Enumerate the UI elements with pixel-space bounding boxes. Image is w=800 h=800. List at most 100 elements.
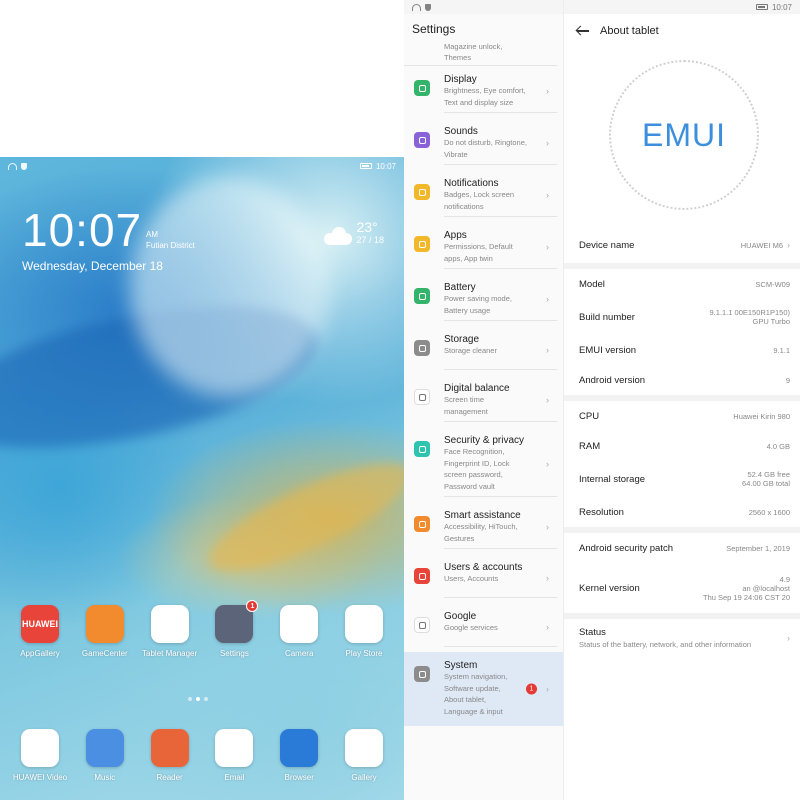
battery-icon — [755, 4, 768, 10]
info-value: 52.4 GB free — [747, 470, 790, 479]
chevron-right-icon: › — [787, 633, 790, 643]
info-row-model[interactable]: Model SCM-W09 — [564, 269, 800, 299]
app-label: Browser — [284, 773, 314, 782]
status-row[interactable]: Status Status of the battery, network, an… — [564, 619, 800, 657]
settings-item-sounds[interactable]: Sounds Do not disturb, Ringtone, Vibrate › — [404, 118, 563, 170]
weather-range: 27 / 18 — [356, 235, 384, 245]
settings-icon: 1 — [215, 600, 259, 643]
chevron-right-icon: › — [546, 458, 549, 469]
app-play-store[interactable]: Play Store — [332, 605, 396, 658]
settings-item-subtitle: About tablet, — [444, 695, 487, 704]
app-tablet-manager[interactable]: Tablet Manager — [138, 605, 202, 658]
settings-item-subtitle: Battery usage — [444, 305, 491, 315]
app-reader[interactable]: Reader — [138, 729, 202, 782]
app-video[interactable]: HUAWEI Video — [8, 729, 72, 782]
info-row-build-number[interactable]: Build number 9.1.1.1 00E150R1P150) GPU Tur… — [564, 299, 800, 335]
settings-item-digital-balance[interactable]: Digital balance Screen time management › — [404, 375, 563, 427]
settings-item-subtitle: notifications — [444, 201, 484, 211]
digital-balance-icon — [414, 389, 430, 405]
settings-item-subtitle: System navigation, — [444, 672, 508, 681]
settings-item-battery[interactable]: Battery Power saving mode, Battery usage › — [404, 274, 563, 326]
info-value: an @localhost — [742, 583, 790, 593]
clock-widget[interactable]: 10:07 AM Futian District Wednesday, Dece… — [22, 205, 195, 273]
info-row-resolution[interactable]: Resolution 2560 x 1600 — [564, 497, 800, 527]
app-icon-text: HUAWEI — [22, 619, 58, 629]
chevron-right-icon: › — [546, 138, 549, 148]
sounds-icon — [414, 132, 430, 148]
settings-item-subtitle: Screen time — [444, 395, 485, 404]
app-label: Email — [224, 773, 245, 782]
about-title: About tablet — [600, 25, 659, 37]
status-subtitle: Status of the battery, network, and othe… — [579, 640, 752, 649]
info-row-emui-version[interactable]: EMUI version 9.1.1 — [564, 335, 800, 365]
settings-item-subtitle: Accessibility, HiTouch, — [444, 522, 518, 531]
settings-item-apps[interactable]: Apps Permissions, Default apps, App twin › — [404, 222, 563, 274]
info-row-kernel-version[interactable]: Kernel version 4.9 an @localhost Thu Sep 19… — [564, 563, 800, 613]
gallery-icon — [344, 729, 383, 767]
settings-item-subtitle: Face Recognition, — [444, 447, 505, 456]
app-gallery[interactable]: Gallery — [332, 729, 396, 782]
chevron-right-icon: › — [787, 240, 790, 250]
settings-item-display[interactable]: Display Brightness, Eye comfort, Text and … — [404, 66, 563, 118]
browser-icon — [280, 729, 319, 767]
wallpaper-swirl — [197, 443, 404, 591]
back-arrow-icon[interactable] — [576, 24, 590, 38]
app-label: Music — [94, 773, 116, 782]
about-list: Device name HUAWEI M6 › Model SCM-W09 Build… — [564, 227, 800, 657]
email-icon — [215, 729, 254, 767]
info-row-android-version[interactable]: Android version 9 — [564, 365, 800, 395]
reader-icon — [150, 729, 189, 767]
list-item-partial[interactable]: Magazine unlock, Themes — [404, 42, 557, 66]
settings-item-title: Battery — [444, 282, 476, 293]
settings-item-notifications[interactable]: Notifications Badges, Lock screen notifica… — [404, 170, 563, 222]
settings-item-title: Apps — [444, 230, 467, 241]
screenshot-composite: 10:07 10:07 AM Futian District Wednesday… — [0, 0, 800, 800]
settings-item-subtitle: Users, Accounts — [444, 574, 499, 583]
app-email[interactable]: Email — [202, 729, 266, 782]
device-name-row[interactable]: Device name HUAWEI M6 › — [564, 227, 800, 263]
settings-item-subtitle: Vibrate — [444, 149, 468, 159]
settings-item-google[interactable]: Google Google services › — [404, 603, 563, 652]
weather-widget[interactable]: 23° 27 / 18 — [324, 219, 384, 245]
settings-item-smart-assistance[interactable]: Smart assistance Accessibility, HiTouch, G… — [404, 502, 563, 554]
info-label: CPU — [579, 410, 600, 422]
settings-item-title: Digital balance — [444, 383, 510, 394]
app-label: GameCenter — [81, 649, 128, 658]
chevron-right-icon: › — [546, 621, 549, 632]
system-icon — [414, 666, 430, 682]
settings-item-system[interactable]: System System navigation, Software update,… — [404, 652, 563, 726]
settings-item-subtitle: Gestures — [444, 533, 475, 543]
settings-item-users-accounts[interactable]: Users & accounts Users, Accounts › — [404, 554, 563, 603]
info-label: Build number — [579, 311, 635, 323]
settings-item-subtitle: Language & input — [444, 706, 503, 716]
app-music[interactable]: Music — [73, 729, 137, 782]
app-appgallery[interactable]: HUAWEI AppGallery — [8, 605, 72, 658]
settings-item-security-privacy[interactable]: Security & privacy Face Recognition, Finge… — [404, 427, 563, 502]
app-gamecenter[interactable]: GameCenter — [73, 605, 137, 658]
info-row-internal-storage[interactable]: Internal storage 52.4 GB free 64.00 GB tot… — [564, 461, 800, 497]
settings-item-storage[interactable]: Storage Storage cleaner › — [404, 326, 563, 375]
info-row-android-security-patch[interactable]: Android security patch September 1, 2019 — [564, 533, 800, 563]
settings-title: Settings — [412, 22, 456, 36]
info-row-ram[interactable]: RAM 4.0 GB — [564, 431, 800, 461]
app-grid-row: HUAWEI AppGallery GameCenter Tablet Manager… — [8, 600, 396, 658]
display-icon — [414, 80, 430, 96]
clock-location: Futian District — [146, 241, 195, 250]
app-browser[interactable]: Browser — [267, 729, 331, 782]
page-indicator — [188, 697, 208, 701]
apps-icon — [414, 236, 430, 252]
notifications-icon — [414, 184, 430, 200]
info-value: 9.1.1 — [773, 345, 790, 355]
camera-icon — [280, 605, 319, 643]
settings-item-subtitle: Text and display size — [444, 97, 514, 107]
settings-item-subtitle: management — [444, 406, 488, 416]
app-camera[interactable]: Camera — [267, 605, 331, 658]
info-value: 9 — [785, 375, 790, 385]
app-label: AppGallery — [20, 649, 60, 658]
chevron-right-icon: › — [546, 683, 549, 694]
info-row-cpu[interactable]: CPU Huawei Kirin 980 — [564, 401, 800, 431]
app-settings[interactable]: 1 Settings — [202, 600, 266, 658]
settings-item-subtitle: Fingerprint ID, Lock — [444, 458, 510, 468]
chevron-right-icon: › — [546, 522, 549, 532]
settings-list: Magazine unlock, Themes Display Brightnes… — [404, 42, 563, 726]
